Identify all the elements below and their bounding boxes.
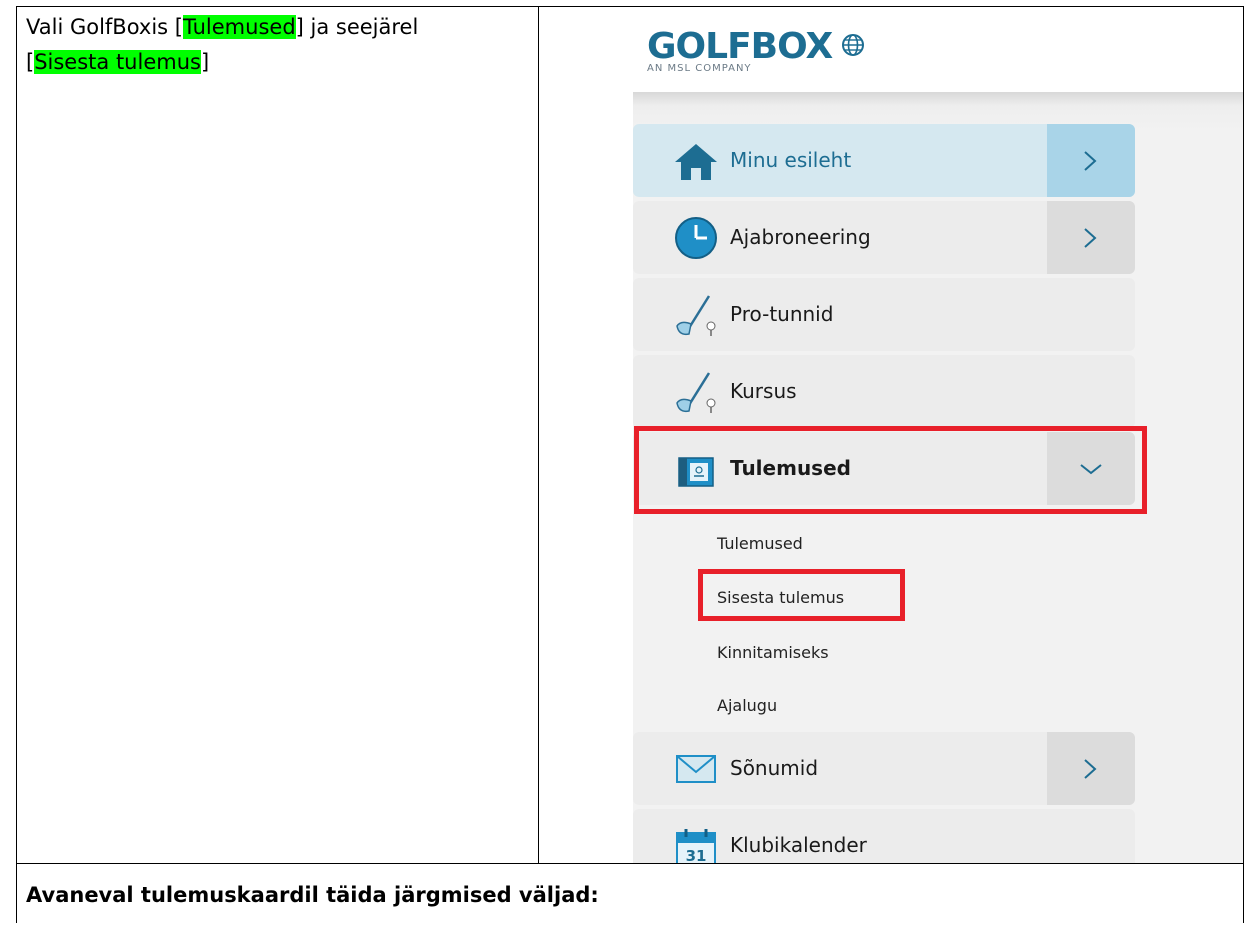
calendar-icon: 31 (676, 829, 716, 863)
menu-item-minu-esileht[interactable]: Minu esileht (633, 124, 1135, 197)
menu-item-kursus[interactable]: Kursus (633, 355, 1135, 428)
menu-item-klubikalender[interactable]: 31 Klubikalender (633, 809, 1135, 863)
golfbox-logo: GOLFBOX AN MSL COMPANY (647, 27, 865, 74)
bottom-instruction: Avaneval tulemuskaardil täida järgmised … (26, 883, 599, 907)
highlight-tulemused: Tulemused (182, 15, 296, 39)
table-border-mid (538, 6, 539, 864)
table-border-left (16, 6, 17, 923)
golf-club-icon (676, 372, 716, 413)
submenu-kinnitamiseks[interactable]: Kinnitamiseks (717, 643, 829, 662)
menu-item-ajabroneering[interactable]: Ajabroneering (633, 201, 1135, 274)
annotation-box-tulemused (634, 426, 1147, 514)
globe-icon (841, 34, 864, 56)
highlight-sisesta-tulemus: Sisesta tulemus (34, 50, 201, 74)
chevron-right-icon[interactable] (1047, 732, 1135, 805)
menu-item-pro-tunnid[interactable]: Pro-tunnid (633, 278, 1135, 351)
instruction-text: Vali GolfBoxis [Tulemused] ja seejärel [… (26, 15, 419, 74)
table-border-top (16, 6, 1244, 7)
table-border-right (1243, 6, 1244, 923)
home-icon (675, 144, 717, 180)
submenu-ajalugu[interactable]: Ajalugu (717, 696, 777, 715)
envelope-icon (676, 755, 716, 783)
chevron-right-icon[interactable] (1047, 124, 1135, 197)
svg-text:31: 31 (686, 847, 707, 863)
menu-item-sonumid[interactable]: Sõnumid (633, 732, 1135, 805)
clock-icon (675, 217, 717, 259)
table-border-row (16, 863, 1244, 864)
submenu-tulemused[interactable]: Tulemused (717, 534, 803, 553)
golf-club-icon (676, 295, 716, 336)
chevron-right-icon[interactable] (1047, 201, 1135, 274)
annotation-box-sisesta-tulemus (698, 569, 905, 621)
golfbox-screenshot: GOLFBOX AN MSL COMPANY Minu esileht Ajab… (541, 8, 1243, 863)
